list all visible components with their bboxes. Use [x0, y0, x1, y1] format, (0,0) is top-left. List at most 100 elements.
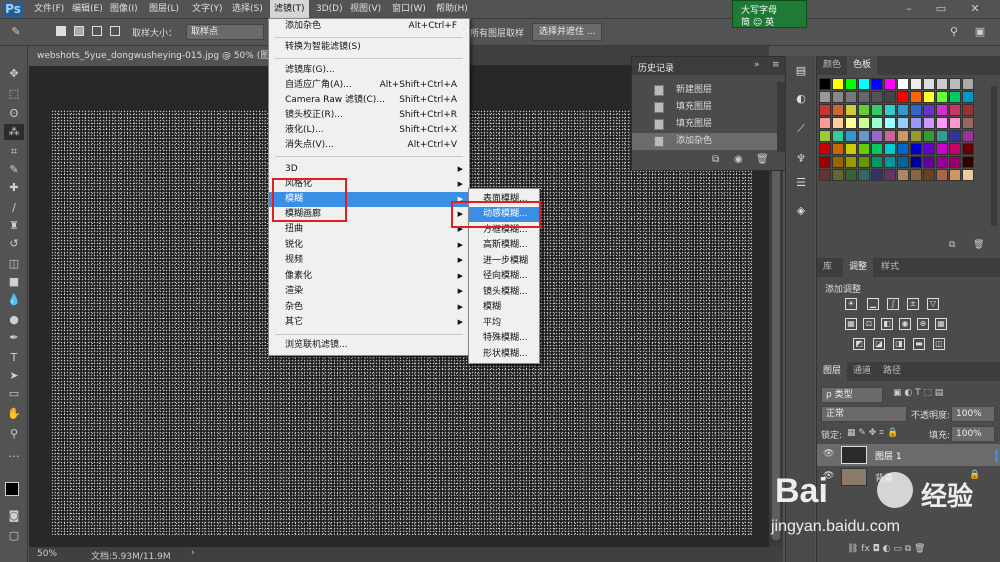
- color-swatch[interactable]: [832, 130, 844, 142]
- color-swatch[interactable]: [871, 143, 883, 155]
- color-swatch[interactable]: [962, 169, 974, 181]
- blur-simple-item[interactable]: 模糊: [469, 300, 539, 315]
- distort-item[interactable]: 扭曲 ▶: [269, 222, 469, 237]
- menu-view[interactable]: 视图(V): [346, 0, 385, 19]
- color-swatch[interactable]: [962, 143, 974, 155]
- move-tool-icon[interactable]: ✥: [4, 66, 24, 82]
- camera-raw-item[interactable]: Camera Raw 滤镜(C)... Shift+Ctrl+A: [269, 93, 469, 108]
- hand-tool-icon[interactable]: ✋: [4, 406, 24, 422]
- color-swatch[interactable]: [871, 104, 883, 116]
- selection-add-icon[interactable]: [74, 26, 84, 36]
- color-swatch[interactable]: [884, 104, 896, 116]
- curves-icon[interactable]: ∫: [887, 298, 899, 310]
- color-swatch[interactable]: [949, 91, 961, 103]
- color-swatch[interactable]: [858, 78, 870, 90]
- zoom-tool-icon[interactable]: ⚲: [4, 426, 24, 442]
- adaptive-wide-angle-item[interactable]: 自适应广角(A)... Alt+Shift+Ctrl+A: [269, 78, 469, 93]
- sharpen-item[interactable]: 锐化 ▶: [269, 238, 469, 253]
- color-swatch[interactable]: [845, 156, 857, 168]
- color-swatch[interactable]: [845, 143, 857, 155]
- layer-footer-icons[interactable]: ⛓ fx ◘ ◐ ▭ ⧉ 🗑: [847, 544, 925, 554]
- color-swatch[interactable]: [884, 156, 896, 168]
- menu-image[interactable]: 图像(I): [106, 0, 142, 19]
- menu-3d[interactable]: 3D(D): [312, 0, 347, 19]
- shape-blur-item[interactable]: 形状模糊...: [469, 347, 539, 362]
- gradient-tool-icon[interactable]: ■: [4, 274, 24, 290]
- foreground-color-swatch[interactable]: [5, 482, 19, 496]
- color-swatch[interactable]: [845, 130, 857, 142]
- history-item[interactable]: 新建图层: [632, 82, 777, 99]
- lasso-tool-icon[interactable]: ʘ: [4, 106, 24, 122]
- color-swatch[interactable]: [897, 169, 909, 181]
- color-swatch[interactable]: [845, 78, 857, 90]
- color-swatch[interactable]: [949, 169, 961, 181]
- color-swatch[interactable]: [923, 156, 935, 168]
- color-swatch[interactable]: [819, 130, 831, 142]
- tab-channels[interactable]: 通道: [847, 362, 877, 381]
- gradient-map-icon[interactable]: ▬: [913, 338, 925, 350]
- history-item[interactable]: 填充图层: [632, 116, 777, 133]
- gaussian-blur-item[interactable]: 高斯模糊...: [469, 238, 539, 253]
- color-swatch[interactable]: [897, 130, 909, 142]
- quick-mask-icon[interactable]: ◙: [4, 508, 24, 524]
- liquify-item[interactable]: 液化(L)... Shift+Ctrl+X: [269, 123, 469, 138]
- color-swatch[interactable]: [819, 78, 831, 90]
- color-swatch[interactable]: [871, 117, 883, 129]
- color-swatch[interactable]: [936, 91, 948, 103]
- layer-name[interactable]: 图层 1: [875, 449, 902, 462]
- noise-item[interactable]: 杂色 ▶: [269, 300, 469, 315]
- menu-help[interactable]: 帮助(H): [432, 0, 472, 19]
- tab-color[interactable]: 颜色: [817, 56, 847, 75]
- levels-icon[interactable]: ▁: [867, 298, 879, 310]
- vanishing-point-item[interactable]: 消失点(V)... Alt+Ctrl+V: [269, 138, 469, 153]
- status-arrow-icon[interactable]: ›: [191, 548, 195, 558]
- lens-correction-item[interactable]: 镜头校正(R)... Shift+Ctrl+R: [269, 108, 469, 123]
- color-swatch[interactable]: [923, 169, 935, 181]
- color-swatch[interactable]: [884, 169, 896, 181]
- posterize-icon[interactable]: ◪: [873, 338, 885, 350]
- color-swatch[interactable]: [949, 143, 961, 155]
- color-swatch[interactable]: [923, 130, 935, 142]
- color-swatch[interactable]: [910, 143, 922, 155]
- more-tools-icon[interactable]: …: [4, 446, 24, 462]
- menu-edit[interactable]: 编辑(E): [68, 0, 107, 19]
- color-swatch[interactable]: [819, 169, 831, 181]
- color-swatch[interactable]: [923, 117, 935, 129]
- color-swatch[interactable]: [819, 156, 831, 168]
- browse-online-filters-item[interactable]: 浏览联机滤镜...: [269, 338, 469, 353]
- color-swatch[interactable]: [819, 91, 831, 103]
- lens-blur-item[interactable]: 镜头模糊...: [469, 285, 539, 300]
- vibrance-icon[interactable]: ▽: [927, 298, 939, 310]
- menu-select[interactable]: 选择(S): [228, 0, 267, 19]
- color-swatch[interactable]: [819, 104, 831, 116]
- stamp-tool-icon[interactable]: ♜: [4, 218, 24, 234]
- search-icon[interactable]: ⚲: [944, 24, 964, 40]
- selection-intersect-icon[interactable]: [110, 26, 120, 36]
- lock-icons[interactable]: ▦ ✎ ✥ ⌗ 🔒: [847, 428, 898, 438]
- color-swatch[interactable]: [884, 130, 896, 142]
- sample-size-select[interactable]: 取样点: [186, 24, 264, 40]
- filter-3d-item[interactable]: 3D ▶: [269, 162, 469, 177]
- color-swatch[interactable]: [962, 91, 974, 103]
- color-swatch[interactable]: [910, 104, 922, 116]
- marquee-tool-icon[interactable]: ⬚: [4, 86, 24, 102]
- menu-type[interactable]: 文字(Y): [188, 0, 227, 19]
- blur-tool-icon[interactable]: 💧: [4, 292, 24, 308]
- last-filter-item[interactable]: 添加杂色 Alt+Ctrl+F: [269, 19, 469, 34]
- layer-filter-select[interactable]: ρ 类型: [821, 387, 883, 403]
- color-swatch[interactable]: [884, 117, 896, 129]
- eyedropper-icon[interactable]: ✎: [6, 24, 26, 40]
- color-swatch[interactable]: [936, 156, 948, 168]
- eraser-tool-icon[interactable]: ◫: [4, 256, 24, 272]
- swatches-grid[interactable]: [817, 78, 1000, 238]
- color-swatch[interactable]: [910, 130, 922, 142]
- color-lookup-icon[interactable]: ▦: [935, 318, 947, 330]
- color-swatch[interactable]: [923, 91, 935, 103]
- panel-menu-icon[interactable]: ≡: [772, 60, 780, 70]
- color-swatch[interactable]: [884, 143, 896, 155]
- tab-libraries[interactable]: 库: [817, 258, 838, 277]
- collapse-icon[interactable]: »: [754, 60, 760, 70]
- smart-blur-item[interactable]: 特殊模糊...: [469, 331, 539, 346]
- color-swatch[interactable]: [936, 169, 948, 181]
- close-icon[interactable]: ✕: [964, 2, 986, 16]
